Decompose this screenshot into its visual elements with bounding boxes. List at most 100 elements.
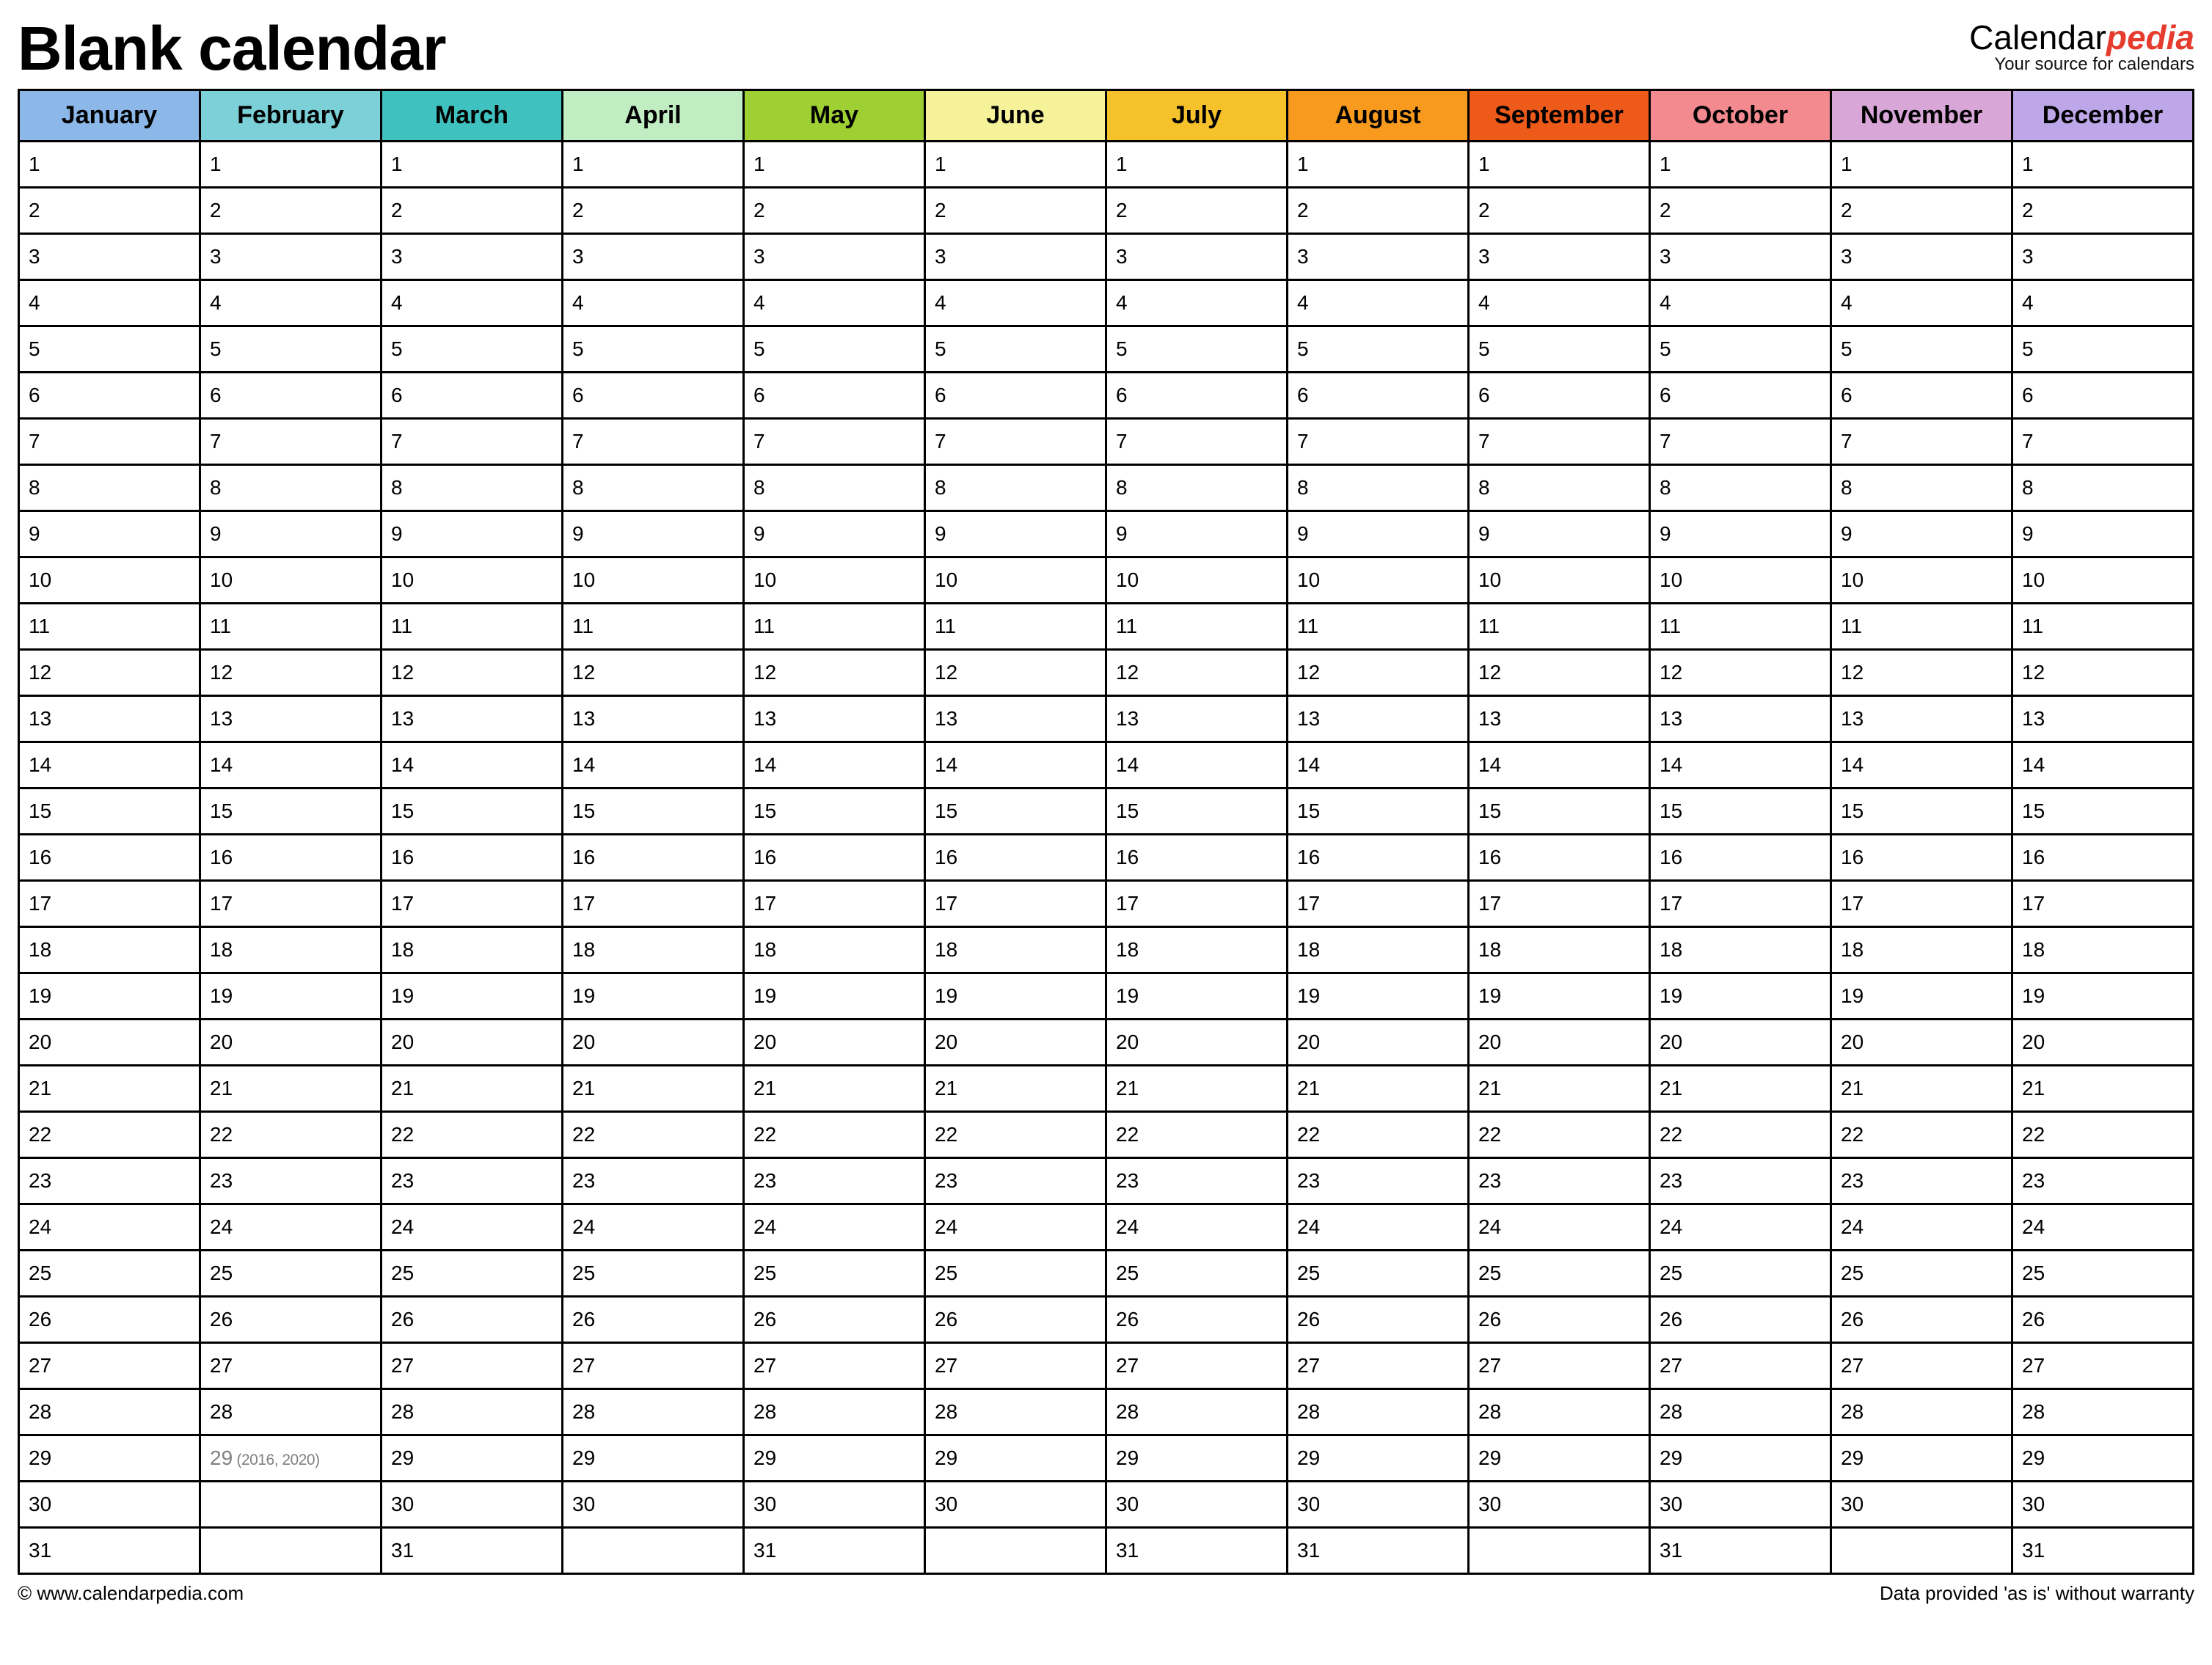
day-cell: 21 xyxy=(1469,1066,1650,1112)
day-cell: 7 xyxy=(2012,419,2194,465)
day-cell: 8 xyxy=(1831,465,2012,511)
day-cell: 15 xyxy=(1831,788,2012,835)
day-cell: 12 xyxy=(200,650,382,696)
day-cell: 30 xyxy=(1650,1482,1831,1528)
day-cell: 14 xyxy=(382,742,563,788)
day-cell: 10 xyxy=(1106,557,1288,604)
day-cell: 14 xyxy=(925,742,1106,788)
day-cell: 11 xyxy=(744,604,925,650)
day-cell: 21 xyxy=(200,1066,382,1112)
day-cell: 30 xyxy=(1469,1482,1650,1528)
day-cell: 17 xyxy=(1288,881,1469,927)
day-cell: 30 xyxy=(2012,1482,2194,1528)
day-cell: 23 xyxy=(1106,1158,1288,1204)
day-cell: 10 xyxy=(382,557,563,604)
day-cell: 7 xyxy=(19,419,200,465)
day-cell: 9 xyxy=(382,511,563,557)
day-cell: 2 xyxy=(563,188,744,234)
day-cell: 6 xyxy=(1650,373,1831,419)
day-cell: 20 xyxy=(1288,1020,1469,1066)
table-row: 151515151515151515151515 xyxy=(19,788,2194,835)
day-cell: 29 xyxy=(19,1435,200,1482)
table-row: 191919191919191919191919 xyxy=(19,973,2194,1020)
month-header-october: October xyxy=(1650,90,1831,142)
day-cell: 24 xyxy=(1650,1204,1831,1251)
day-cell: 2 xyxy=(2012,188,2194,234)
leap-day: 29 xyxy=(210,1446,233,1469)
day-cell: 14 xyxy=(1288,742,1469,788)
table-row: 31 31 31 3131 31 31 xyxy=(19,1528,2194,1574)
day-cell: 7 xyxy=(1288,419,1469,465)
day-cell: 8 xyxy=(744,465,925,511)
day-cell: 10 xyxy=(200,557,382,604)
day-cell: 19 xyxy=(1106,973,1288,1020)
day-cell: 18 xyxy=(1650,927,1831,973)
day-cell: 25 xyxy=(925,1251,1106,1297)
day-cell: 15 xyxy=(925,788,1106,835)
day-cell: 24 xyxy=(1106,1204,1288,1251)
day-cell: 3 xyxy=(1469,234,1650,280)
day-cell: 16 xyxy=(925,835,1106,881)
day-cell: 11 xyxy=(1469,604,1650,650)
day-cell: 29 xyxy=(925,1435,1106,1482)
day-cell: 1 xyxy=(925,142,1106,188)
day-cell: 24 xyxy=(563,1204,744,1251)
day-cell: 21 xyxy=(563,1066,744,1112)
day-cell: 20 xyxy=(744,1020,925,1066)
day-cell: 21 xyxy=(382,1066,563,1112)
day-cell: 16 xyxy=(1469,835,1650,881)
day-cell: 19 xyxy=(925,973,1106,1020)
day-cell: 22 xyxy=(1831,1112,2012,1158)
day-cell: 9 xyxy=(200,511,382,557)
day-cell: 3 xyxy=(1831,234,2012,280)
day-cell: 20 xyxy=(925,1020,1106,1066)
day-cell: 18 xyxy=(925,927,1106,973)
day-cell xyxy=(200,1482,382,1528)
day-cell: 19 xyxy=(200,973,382,1020)
day-cell: 21 xyxy=(1831,1066,2012,1112)
day-cell: 27 xyxy=(2012,1343,2194,1389)
day-cell: 5 xyxy=(1288,326,1469,373)
day-cell: 16 xyxy=(1288,835,1469,881)
day-cell: 5 xyxy=(1831,326,2012,373)
day-cell: 31 xyxy=(1288,1528,1469,1574)
day-cell: 2 xyxy=(1288,188,1469,234)
day-cell: 3 xyxy=(563,234,744,280)
table-row: 181818181818181818181818 xyxy=(19,927,2194,973)
table-row: 666666666666 xyxy=(19,373,2194,419)
day-cell: 3 xyxy=(1288,234,1469,280)
day-cell: 6 xyxy=(1831,373,2012,419)
day-cell: 15 xyxy=(1650,788,1831,835)
month-header-august: August xyxy=(1288,90,1469,142)
day-cell: 13 xyxy=(1469,696,1650,742)
day-cell: 1 xyxy=(2012,142,2194,188)
day-cell: 7 xyxy=(1106,419,1288,465)
day-cell: 11 xyxy=(382,604,563,650)
day-cell: 5 xyxy=(1469,326,1650,373)
brand-tagline: Your source for calendars xyxy=(1969,54,2194,75)
day-cell: 27 xyxy=(1831,1343,2012,1389)
day-cell: 12 xyxy=(1288,650,1469,696)
day-cell: 8 xyxy=(1650,465,1831,511)
footer-disclaimer: Data provided 'as is' without warranty xyxy=(1880,1582,2194,1605)
day-cell: 25 xyxy=(200,1251,382,1297)
day-cell: 2 xyxy=(200,188,382,234)
table-row: 282828282828282828282828 xyxy=(19,1389,2194,1435)
day-cell: 9 xyxy=(925,511,1106,557)
day-cell: 26 xyxy=(563,1297,744,1343)
day-cell: 10 xyxy=(925,557,1106,604)
table-row: 141414141414141414141414 xyxy=(19,742,2194,788)
day-cell: 7 xyxy=(200,419,382,465)
day-cell: 12 xyxy=(2012,650,2194,696)
day-cell: 23 xyxy=(2012,1158,2194,1204)
day-cell: 12 xyxy=(925,650,1106,696)
day-cell: 8 xyxy=(1288,465,1469,511)
day-cell: 31 xyxy=(1106,1528,1288,1574)
month-header-november: November xyxy=(1831,90,2012,142)
day-cell: 17 xyxy=(200,881,382,927)
day-cell: 3 xyxy=(19,234,200,280)
day-cell: 21 xyxy=(925,1066,1106,1112)
day-cell: 19 xyxy=(1650,973,1831,1020)
table-row: 232323232323232323232323 xyxy=(19,1158,2194,1204)
day-cell: 28 xyxy=(2012,1389,2194,1435)
